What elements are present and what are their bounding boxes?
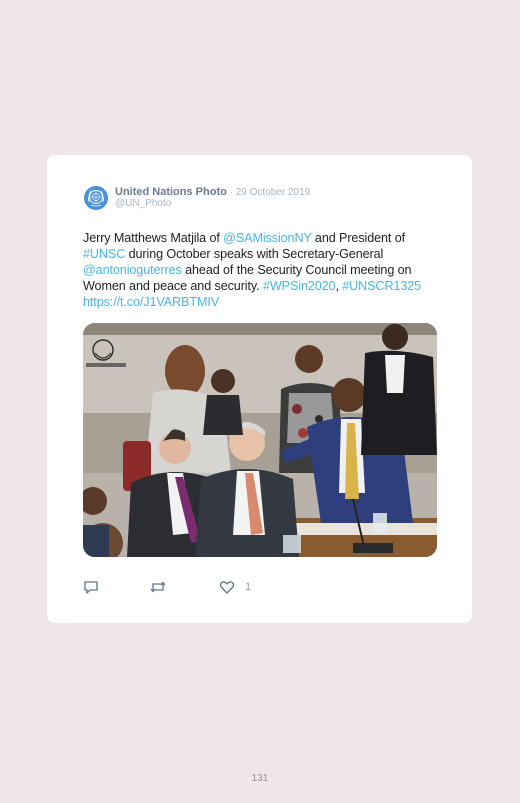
like-button[interactable]: 1 bbox=[219, 579, 251, 595]
hashtag-link[interactable]: #WPSin2020 bbox=[263, 279, 336, 293]
retweet-icon bbox=[150, 581, 166, 593]
reply-button[interactable] bbox=[83, 579, 99, 595]
tweet-text-part: and President of bbox=[311, 231, 406, 245]
like-count: 1 bbox=[245, 581, 252, 593]
mention-link[interactable]: @antonioguterres bbox=[83, 263, 182, 277]
tweet-actions: 1 bbox=[83, 579, 443, 595]
photo-illustration bbox=[83, 323, 437, 557]
header-separator: · bbox=[226, 187, 236, 198]
tweet-text: Jerry Matthews Matjila of @SAMissionNY a… bbox=[83, 230, 448, 310]
hashtag-link[interactable]: #UNSC bbox=[83, 247, 125, 261]
url-link[interactable]: https://t.co/J1VARBTMIV bbox=[83, 295, 219, 309]
avatar[interactable] bbox=[83, 185, 109, 211]
un-emblem-icon bbox=[84, 186, 108, 210]
reply-icon bbox=[84, 581, 98, 594]
heart-icon bbox=[219, 581, 235, 594]
tweet-text-part: during October speaks with Secretary-Gen… bbox=[125, 247, 384, 261]
page-number: 131 bbox=[251, 773, 269, 784]
hashtag-link[interactable]: #UNSCR1325 bbox=[342, 279, 421, 293]
author-handle[interactable]: @UN_Photo bbox=[115, 198, 171, 209]
tweet-date[interactable]: 29 October 2019 bbox=[236, 187, 311, 198]
tweet-card: United Nations Photo · 29 October 2019 @… bbox=[47, 155, 472, 623]
mention-link[interactable]: @SAMissionNY bbox=[223, 231, 311, 245]
tweet-text-part: Jerry Matthews Matjila of bbox=[83, 231, 224, 245]
tweet-photo[interactable] bbox=[83, 323, 437, 557]
author-name[interactable]: United Nations Photo bbox=[115, 186, 227, 198]
retweet-button[interactable] bbox=[149, 579, 167, 595]
